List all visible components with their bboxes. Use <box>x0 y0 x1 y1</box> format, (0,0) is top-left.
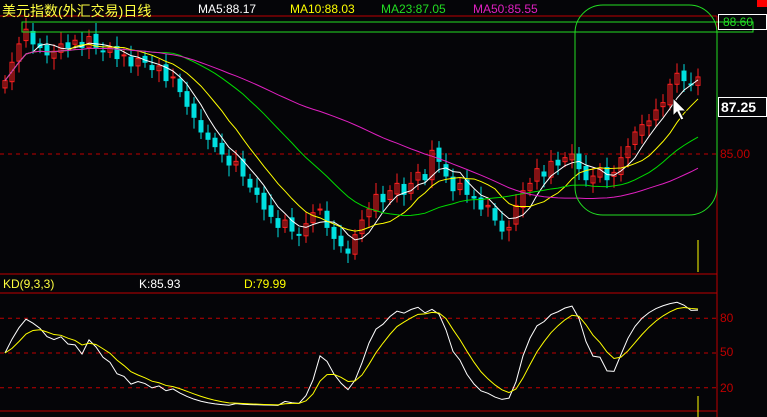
annotation-rectangle <box>21 21 754 33</box>
candle-body <box>499 220 505 232</box>
candle-body <box>177 78 183 93</box>
candle-body <box>471 196 477 199</box>
ma23-line <box>4 47 699 217</box>
candle-body <box>338 235 344 247</box>
price-chart[interactable] <box>0 0 767 417</box>
candle-body <box>205 132 211 140</box>
candle-body <box>212 137 218 148</box>
kd-title: KD(9,3,3) <box>3 277 55 291</box>
candle-body <box>296 233 302 236</box>
candle-body <box>128 56 134 67</box>
candle-body <box>191 103 197 118</box>
current-price-label: 87.25 <box>721 99 757 115</box>
candle-body <box>65 42 71 49</box>
annotation-rounded-box <box>574 4 718 216</box>
candle-body <box>555 159 561 166</box>
kd-tick-80: 80 <box>720 311 734 325</box>
candle-body <box>541 171 547 177</box>
candle-body <box>198 120 204 133</box>
candle-body <box>422 174 428 181</box>
candle-body <box>170 76 176 79</box>
candle-body <box>44 44 50 56</box>
candle-body <box>268 205 274 217</box>
candle-body <box>261 192 267 210</box>
chart-title: 美元指数(外汇交易)日线 <box>2 3 152 19</box>
candle-body <box>443 164 449 177</box>
candle-body <box>317 208 323 211</box>
kd-d-value: D:79.99 <box>244 277 287 291</box>
candle-body <box>450 176 456 192</box>
candle-body <box>275 218 281 228</box>
candle-body <box>681 70 687 82</box>
ma10-line <box>4 43 699 232</box>
candle-body <box>583 165 589 181</box>
candle-body <box>324 210 330 228</box>
candle-body <box>149 65 155 71</box>
candle-body <box>254 187 260 195</box>
kd-tick-50: 50 <box>720 345 734 359</box>
candle-body <box>380 193 386 203</box>
kd-tick-20: 20 <box>720 381 734 395</box>
candle-body <box>184 91 190 107</box>
price-tick-85: 85.00 <box>720 147 751 161</box>
mouse-cursor-icon <box>672 96 688 121</box>
ma5-label: MA5:88.17 <box>198 2 257 16</box>
kd-k-value: K:85.93 <box>139 277 181 291</box>
status-indicator <box>757 0 767 7</box>
ma50-label: MA50:85.55 <box>473 2 538 16</box>
candle-body <box>247 178 253 188</box>
candle-body <box>226 155 232 166</box>
ma10-label: MA10:88.03 <box>290 2 355 16</box>
candle-body <box>345 248 351 254</box>
candle-body <box>121 54 127 57</box>
candle-body <box>100 50 106 53</box>
ma23-label: MA23:87.05 <box>381 2 446 16</box>
candle-body <box>219 142 225 155</box>
candle-body <box>492 208 498 221</box>
candle-body <box>331 226 337 239</box>
marker-price-label: 88.60 <box>723 15 754 29</box>
ma5-line <box>4 42 699 241</box>
chart-window: 美元指数(外汇交易)日线 MA5:88.17 MA10:88.03 MA23:8… <box>0 0 767 417</box>
candle-body <box>30 30 36 45</box>
